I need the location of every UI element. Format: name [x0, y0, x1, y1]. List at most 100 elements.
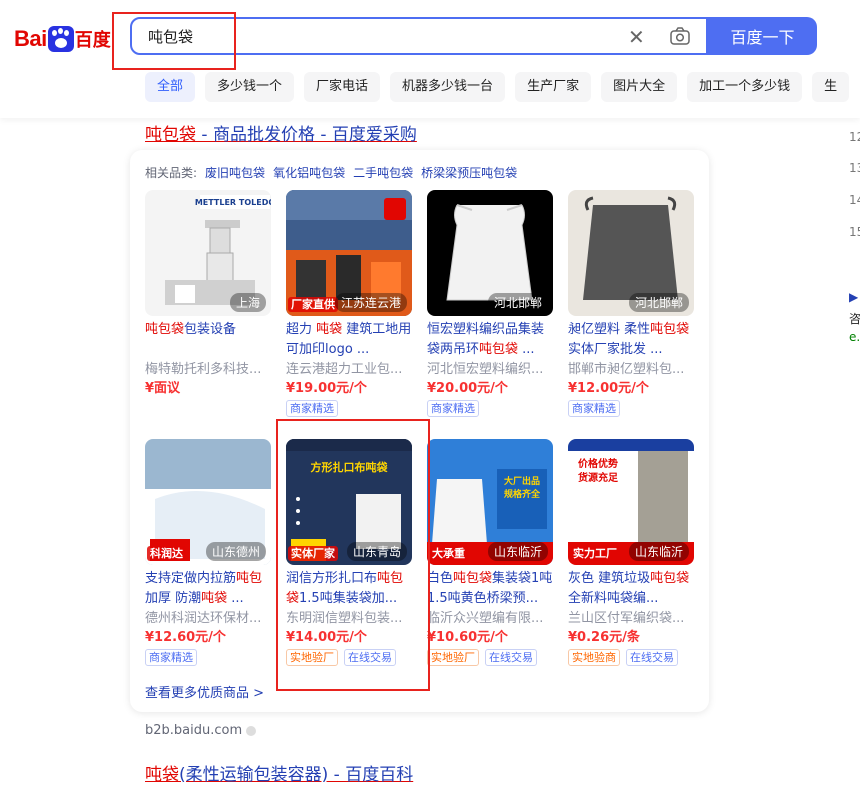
side-number[interactable]: 12: [849, 130, 860, 144]
product-name[interactable]: 昶亿塑料 柔性吨包袋 实体厂家批发 ...: [568, 320, 694, 360]
svg-text:货源充足: 货源充足: [578, 471, 619, 484]
search-button[interactable]: 百度一下: [708, 17, 817, 55]
product-tag[interactable]: 实地验商: [568, 649, 620, 666]
side-number[interactable]: 15: [849, 225, 860, 239]
close-icon[interactable]: ✕: [628, 25, 645, 49]
svg-text:大厂出品: 大厂出品: [504, 475, 540, 487]
tab-processing-price[interactable]: 加工一个多少钱: [687, 72, 803, 102]
product-location: 山东临沂: [628, 542, 689, 561]
title-highlight: 吨袋: [145, 765, 179, 785]
product-seller[interactable]: 临沂众兴塑编有限...: [427, 609, 553, 628]
product-tag[interactable]: 商家精选: [568, 400, 620, 417]
tab-images[interactable]: 图片大全: [601, 72, 678, 102]
product-image[interactable]: 科润达 山东德州: [145, 439, 271, 565]
site-url[interactable]: b2b.baidu.com: [145, 723, 257, 738]
side-arrow[interactable]: ▶: [849, 290, 858, 304]
product-seller[interactable]: 河北恒宏塑料编织...: [427, 360, 553, 379]
product-tag[interactable]: 在线交易: [485, 649, 537, 666]
product-tag[interactable]: 商家精选: [286, 400, 338, 417]
product-price: ¥12.60元/个: [145, 630, 226, 645]
more-products-link[interactable]: 查看更多优质商品 >: [145, 682, 264, 701]
product-tag[interactable]: 在线交易: [344, 649, 396, 666]
result-title-baike[interactable]: 吨袋(柔性运输包装容器) - 百度百科: [145, 760, 413, 785]
product-name[interactable]: 白色吨包袋集装袋1吨1.5吨黄色桥梁预...: [427, 569, 553, 609]
side-link[interactable]: e.: [849, 330, 860, 344]
product-name[interactable]: 恒宏塑料编织品集装袋两吊环吨包袋 ...: [427, 320, 553, 360]
product-badge: 厂家直供: [288, 297, 338, 312]
product-image[interactable]: 河北邯郸: [427, 190, 553, 316]
related-link[interactable]: 废旧吨包袋: [205, 164, 265, 181]
baidu-logo[interactable]: Bai 百度: [14, 22, 111, 56]
related-link[interactable]: 二手吨包袋: [353, 164, 413, 181]
product-price: ¥面议: [145, 381, 181, 396]
product-item[interactable]: METTLER TOLEDO 上海 吨包袋包装设备 梅特勒托利多科技... ¥面议: [145, 190, 271, 398]
product-tag[interactable]: 在线交易: [626, 649, 678, 666]
side-number[interactable]: 14: [849, 193, 860, 207]
tab-manufacturer[interactable]: 生产厂家: [515, 72, 592, 102]
product-image[interactable]: 方形扎口布吨袋 实体厂家 山东青岛: [286, 439, 412, 565]
search-input[interactable]: [146, 19, 610, 55]
product-item[interactable]: 科润达 山东德州 支持定做内拉筋吨包 加厚 防潮吨袋 ... 德州科润达环保材... ¥…: [145, 439, 271, 666]
side-number[interactable]: 13: [849, 161, 860, 175]
product-seller[interactable]: 梅特勒托利多科技...: [145, 360, 271, 379]
product-item[interactable]: 方形扎口布吨袋 实体厂家 山东青岛 润信方形扎口布吨包袋1.5吨集装袋加... 东明润信…: [286, 439, 412, 666]
product-tags: 实地验厂 在线交易: [427, 649, 553, 666]
product-location: 江苏连云港: [334, 293, 407, 312]
product-tag[interactable]: 实地验厂: [427, 649, 479, 666]
product-item[interactable]: 价格优势 货源充足 实力工厂 山东临沂 灰色 建筑垃圾吨包袋 全新料吨袋编... 兰山区付…: [568, 439, 694, 666]
product-image[interactable]: 厂家直供 江苏连云港: [286, 190, 412, 316]
product-price: ¥10.60元/个: [427, 630, 508, 645]
product-item[interactable]: 河北邯郸 恒宏塑料编织品集装袋两吊环吨包袋 ... 河北恒宏塑料编织... ¥20.0…: [427, 190, 553, 417]
related-label: 相关品类:: [145, 166, 198, 180]
related-link[interactable]: 桥梁梁预压吨包袋: [421, 164, 517, 181]
product-badge: 实体厂家: [288, 546, 338, 561]
tab-phone[interactable]: 厂家电话: [304, 72, 381, 102]
result-title-aicaigou[interactable]: 吨包袋 - 商品批发价格 - 百度爱采购: [145, 120, 417, 145]
svg-text:方形扎口布吨袋: 方形扎口布吨袋: [311, 460, 389, 474]
related-categories: 相关品类: 废旧吨包袋 氧化铝吨包袋 二手吨包袋 桥梁梁预压吨包袋: [145, 164, 517, 181]
product-seller[interactable]: 连云港超力工业包...: [286, 360, 412, 379]
product-item[interactable]: 大厂出品 规格齐全 大承重 山东临沂 白色吨包袋集装袋1吨1.5吨黄色桥梁预... 临沂众…: [427, 439, 553, 666]
product-image[interactable]: 价格优势 货源充足 实力工厂 山东临沂: [568, 439, 694, 565]
camera-icon[interactable]: [670, 27, 690, 45]
site-text: b2b.baidu.com: [145, 723, 243, 738]
product-name[interactable]: 超力 吨袋 建筑工地用可加印logo ...: [286, 320, 412, 360]
product-location: 河北邯郸: [628, 293, 689, 312]
product-seller[interactable]: 东明润信塑料包装...: [286, 609, 412, 628]
svg-text:METTLER TOLEDO: METTLER TOLEDO: [195, 198, 271, 207]
product-price: ¥12.00元/个: [568, 381, 649, 396]
product-location: 山东临沂: [487, 542, 548, 561]
product-seller[interactable]: 兰山区付军编织袋...: [568, 609, 694, 628]
product-name[interactable]: 支持定做内拉筋吨包 加厚 防潮吨袋 ...: [145, 569, 271, 609]
product-image[interactable]: 河北邯郸: [568, 190, 694, 316]
product-tags: 实地验商 在线交易: [568, 649, 694, 666]
tab-machine-price[interactable]: 机器多少钱一台: [390, 72, 506, 102]
tab-all[interactable]: 全部: [145, 72, 196, 102]
product-image[interactable]: METTLER TOLEDO 上海: [145, 190, 271, 316]
side-text: 咨: [849, 312, 860, 326]
product-seller[interactable]: 邯郸市昶亿塑料包...: [568, 360, 694, 379]
product-name[interactable]: 润信方形扎口布吨包袋1.5吨集装袋加...: [286, 569, 412, 609]
paw-icon: [47, 26, 74, 52]
product-tag[interactable]: 实地验厂: [286, 649, 338, 666]
product-tags: 商家精选: [286, 400, 412, 417]
tab-price[interactable]: 多少钱一个: [205, 72, 295, 102]
verified-icon: [246, 725, 257, 736]
product-tag[interactable]: 商家精选: [427, 400, 479, 417]
product-image[interactable]: 大厂出品 规格齐全 大承重 山东临沂: [427, 439, 553, 565]
product-tag[interactable]: 商家精选: [145, 649, 197, 666]
product-tags: 商家精选: [145, 649, 271, 666]
product-badge: 大承重: [429, 546, 468, 561]
product-badge: 实力工厂: [570, 546, 620, 561]
related-link[interactable]: 氧化铝吨包袋: [273, 164, 345, 181]
product-name[interactable]: 吨包袋包装设备: [145, 320, 271, 360]
product-item[interactable]: 河北邯郸昶亿塑料 柔性吨包袋 实体厂家批发 ... 邯郸市昶亿塑料包... ¥12.…: [568, 190, 694, 417]
product-location: 山东德州: [205, 542, 266, 561]
product-item[interactable]: 厂家直供 江苏连云港 超力 吨袋 建筑工地用可加印logo ... 连云港超力工业包.…: [286, 190, 412, 417]
tab-more[interactable]: 生: [812, 72, 850, 102]
search-tabs: 全部 多少钱一个 厂家电话 机器多少钱一台 生产厂家 图片大全 加工一个多少钱 …: [145, 72, 850, 102]
product-price: ¥14.00元/个: [286, 630, 367, 645]
product-seller[interactable]: 德州科润达环保材...: [145, 609, 271, 628]
product-tags: 商家精选: [427, 400, 553, 417]
product-name[interactable]: 灰色 建筑垃圾吨包袋 全新料吨袋编...: [568, 569, 694, 609]
